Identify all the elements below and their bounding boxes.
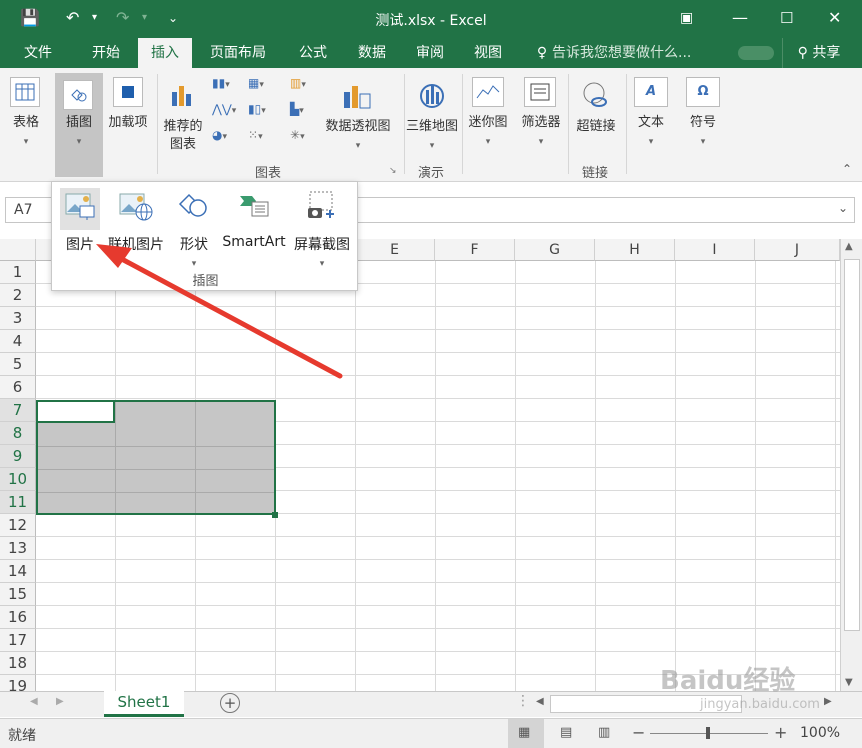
watermark-logo-text: Baidu经验 <box>660 666 796 696</box>
watermark-url: jingyan.baidu.com <box>700 697 820 712</box>
annotation-arrow <box>96 244 343 379</box>
watermark: Baidu经验 jingyan.baidu.com <box>660 660 860 740</box>
